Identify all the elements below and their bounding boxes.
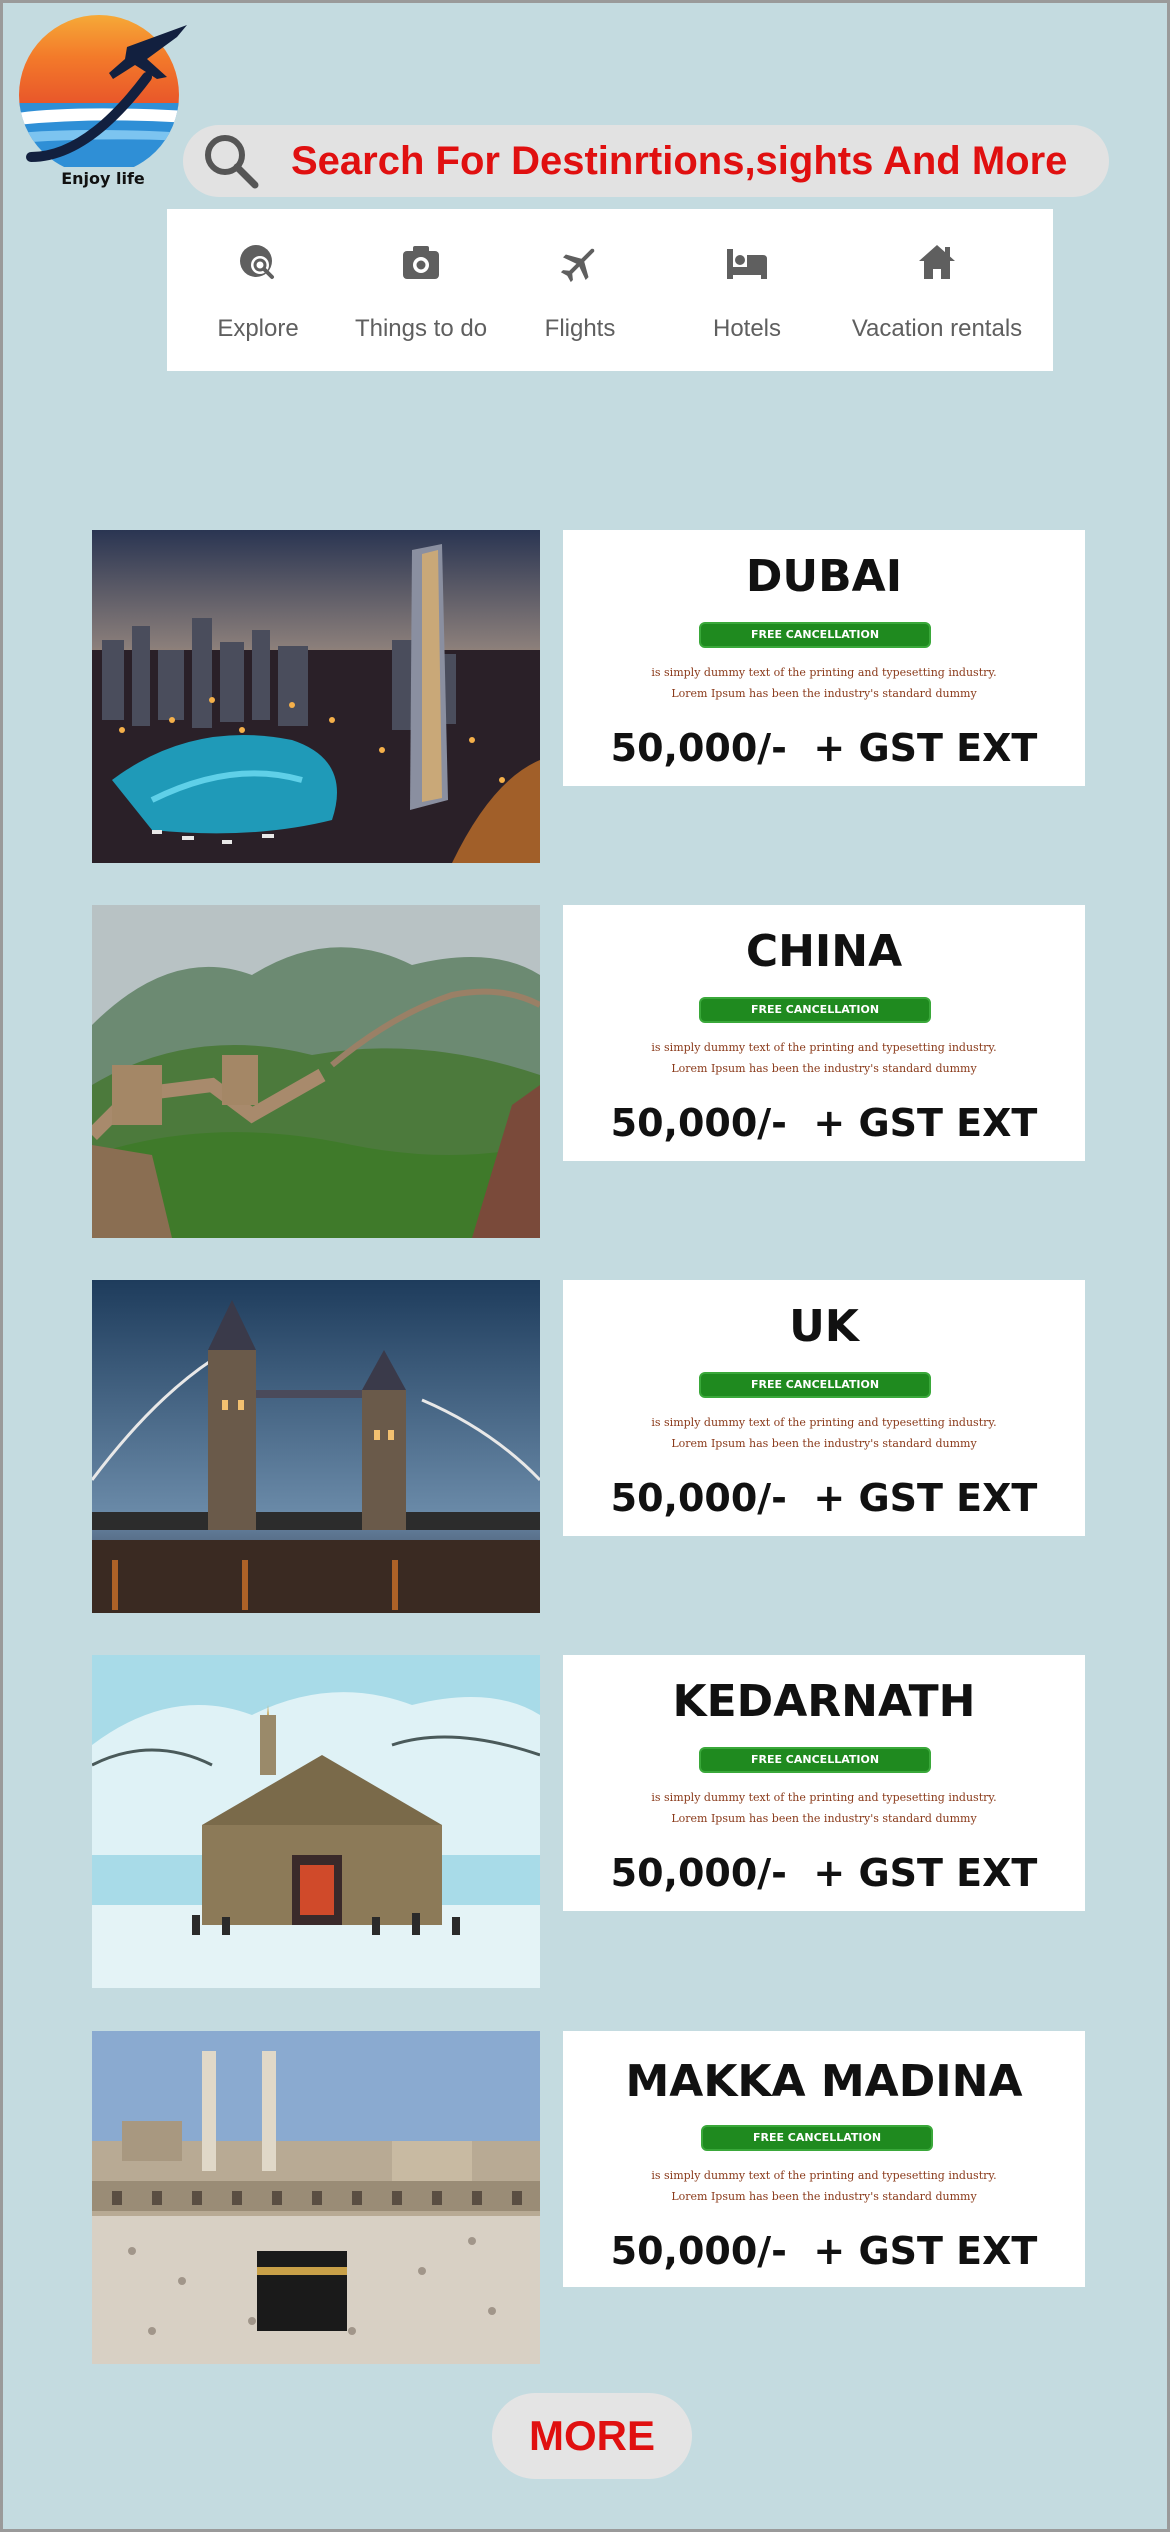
description-line: Lorem Ipsum has been the industry's stan… [671, 1812, 977, 1825]
logo-graphic [19, 15, 187, 173]
search-text: Search For Destinrtions,sights And More [291, 139, 1068, 183]
destination-name: UK [789, 1301, 859, 1352]
search-bar[interactable]: Search For Destinrtions,sights And More [183, 125, 1109, 197]
description-line: Lorem Ipsum has been the industry's stan… [671, 687, 977, 700]
destination-name: CHINA [745, 926, 903, 977]
logo: Enjoy life [17, 7, 189, 193]
free-cancellation-badge: FREE CANCELLATION [699, 997, 931, 1023]
destination-name: DUBAI [745, 551, 903, 602]
description-line: is simply dummy text of the printing and… [651, 1416, 997, 1429]
description-line: is simply dummy text of the printing and… [651, 1791, 997, 1804]
destination-description: is simply dummy text of the printing and… [563, 1412, 1085, 1454]
destination-card-kedarnath[interactable]: KEDARNATH FREE CANCELLATION is simply du… [563, 1655, 1085, 1911]
category-hotels[interactable]: Hotels [697, 241, 797, 351]
category-bar: Explore Things to do Flights Hotels Vaca… [167, 209, 1053, 371]
description-line: is simply dummy text of the printing and… [651, 1041, 997, 1054]
destination-image-dubai[interactable] [92, 530, 540, 863]
destination-price: 50,000/- + GST EXT [610, 1101, 1038, 1145]
destination-image-china[interactable] [92, 905, 540, 1238]
destination-card-uk[interactable]: UK FREE CANCELLATION is simply dummy tex… [563, 1280, 1085, 1536]
description-line: Lorem Ipsum has been the industry's stan… [671, 1437, 977, 1450]
destination-card-china[interactable]: CHINA FREE CANCELLATION is simply dummy … [563, 905, 1085, 1161]
destination-description: is simply dummy text of the printing and… [563, 1037, 1085, 1079]
description-line: Lorem Ipsum has been the industry's stan… [671, 1062, 977, 1075]
explore-icon [240, 245, 274, 279]
category-explore[interactable]: Explore [193, 241, 323, 351]
destination-card-makka-madina[interactable]: MAKKA MADINA FREE CANCELLATION is simply… [563, 2031, 1085, 2287]
destination-price: 50,000/- + GST EXT [610, 1476, 1038, 1520]
bed-icon [727, 249, 767, 279]
description-line: is simply dummy text of the printing and… [651, 2169, 997, 2182]
destination-description: is simply dummy text of the printing and… [563, 2165, 1085, 2207]
destination-price: 50,000/- + GST EXT [610, 2229, 1038, 2273]
free-cancellation-badge: FREE CANCELLATION [699, 1747, 931, 1773]
free-cancellation-badge: FREE CANCELLATION [699, 622, 931, 648]
camera-icon [403, 246, 439, 279]
destination-description: is simply dummy text of the printing and… [563, 1787, 1085, 1829]
destination-description: is simply dummy text of the printing and… [563, 662, 1085, 704]
destination-name: KEDARNATH [672, 1676, 976, 1727]
home-icon [919, 245, 955, 279]
category-vacation-rentals[interactable]: Vacation rentals [839, 241, 1035, 351]
search-icon [205, 135, 259, 189]
description-line: is simply dummy text of the printing and… [651, 666, 997, 679]
logo-text: Enjoy life [61, 169, 145, 188]
category-label: Hotels [712, 315, 782, 342]
description-line: Lorem Ipsum has been the industry's stan… [671, 2190, 977, 2203]
free-cancellation-badge: FREE CANCELLATION [701, 2125, 933, 2151]
destination-price: 50,000/- + GST EXT [610, 1851, 1038, 1895]
destination-image-kedarnath[interactable] [92, 1655, 540, 1988]
category-label: Vacation rentals [851, 315, 1023, 342]
free-cancellation-badge: FREE CANCELLATION [699, 1372, 931, 1398]
destination-image-uk[interactable] [92, 1280, 540, 1613]
destination-price: 50,000/- + GST EXT [610, 726, 1038, 770]
airplane-icon [560, 248, 595, 283]
destination-card-dubai[interactable]: DUBAI FREE CANCELLATION is simply dummy … [563, 530, 1085, 786]
category-things-to-do[interactable]: Things to do [335, 241, 507, 351]
category-label: Things to do [354, 315, 488, 342]
more-button[interactable]: MORE [492, 2393, 692, 2479]
category-label: Explore [217, 315, 299, 342]
destination-name: MAKKA MADINA [625, 2056, 1023, 2107]
destination-image-makka-madina[interactable] [92, 2031, 540, 2364]
category-label: Flights [544, 315, 616, 342]
category-flights[interactable]: Flights [525, 241, 635, 351]
